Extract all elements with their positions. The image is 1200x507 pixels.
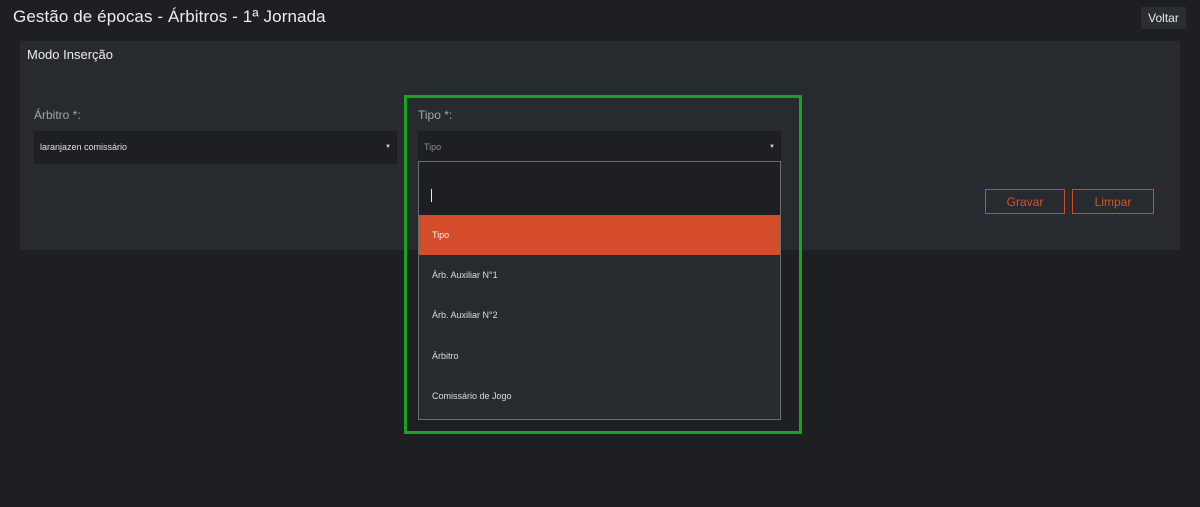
tipo-search-input[interactable] xyxy=(419,162,780,215)
arbitro-select[interactable]: laranjazen comissário ▼ xyxy=(34,131,397,164)
chevron-down-icon: ▼ xyxy=(769,144,775,150)
dropdown-option-arb-auxiliar-2[interactable]: Árb. Auxiliar N°2 xyxy=(419,295,780,335)
tipo-select[interactable]: Tipo ▼ xyxy=(418,131,781,164)
text-cursor xyxy=(431,189,432,202)
tipo-select-placeholder: Tipo xyxy=(424,142,442,152)
dropdown-option-comissario-de-jogo[interactable]: Comissário de Jogo xyxy=(419,376,780,416)
dropdown-option-arbitro[interactable]: Árbitro xyxy=(419,336,780,376)
tipo-label: Tipo *: xyxy=(418,108,453,122)
chevron-down-icon: ▼ xyxy=(385,144,391,150)
dropdown-option-tipo[interactable]: Tipo xyxy=(419,215,780,255)
tipo-dropdown: Tipo Árb. Auxiliar N°1 Árb. Auxiliar N°2… xyxy=(418,161,781,420)
page-title: Gestão de épocas - Árbitros - 1ª Jornada xyxy=(13,7,326,26)
clear-button[interactable]: Limpar xyxy=(1072,189,1154,214)
arbitro-label: Árbitro *: xyxy=(34,108,81,122)
back-button[interactable]: Voltar xyxy=(1141,7,1186,29)
dropdown-option-arb-auxiliar-1[interactable]: Árb. Auxiliar N°1 xyxy=(419,255,780,295)
arbitro-select-value: laranjazen comissário xyxy=(40,142,128,152)
save-button[interactable]: Gravar xyxy=(985,189,1065,214)
panel-title: Modo Inserção xyxy=(27,47,113,62)
